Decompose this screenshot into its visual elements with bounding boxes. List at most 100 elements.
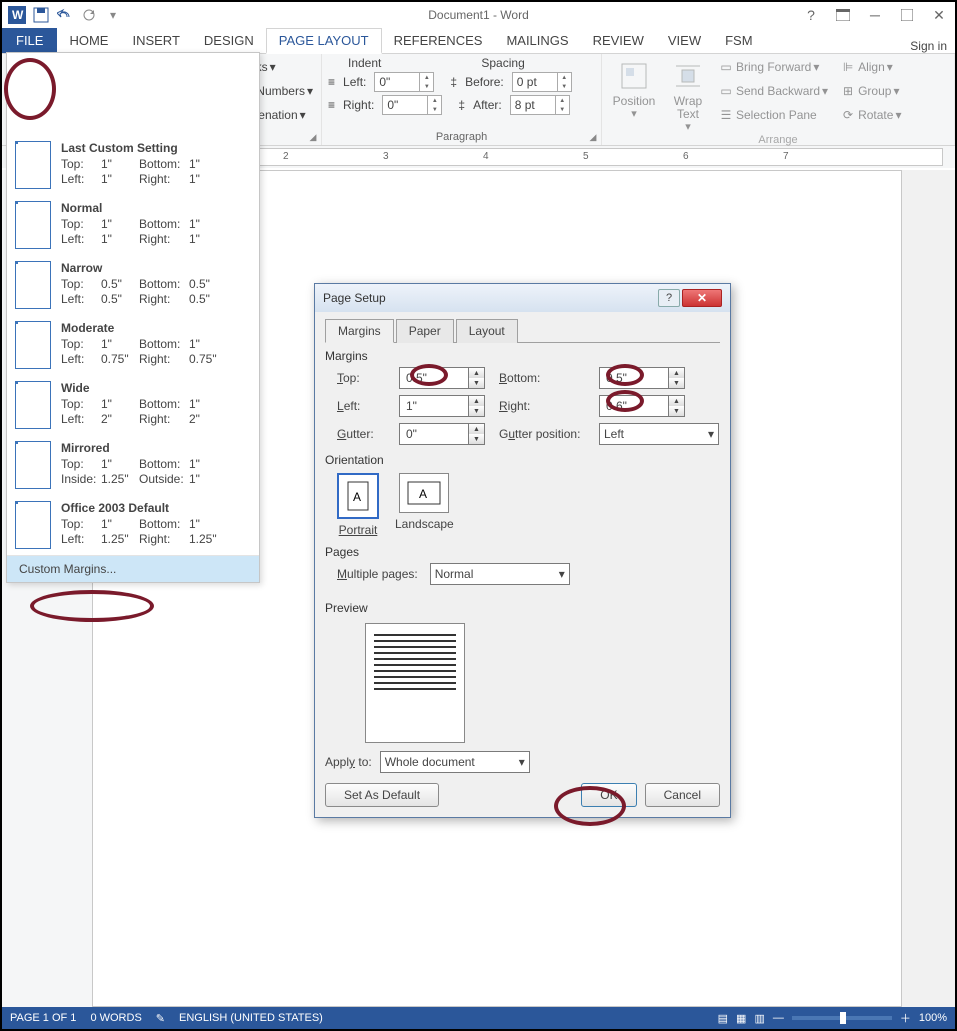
tab-design[interactable]: DESIGN (192, 27, 266, 53)
tab-view[interactable]: VIEW (656, 27, 713, 53)
dialog-close-icon[interactable]: ✕ (682, 289, 722, 307)
bring-forward-button: ▭Bring Forward ▾ (716, 56, 830, 78)
portrait-option[interactable]: A Portrait (337, 473, 379, 537)
page-setup-launcher-icon[interactable]: ◢ (307, 131, 319, 143)
undo-icon[interactable] (54, 4, 76, 26)
margins-preset-normal[interactable]: NormalTop:1"Bottom:1"Left:1"Right:1" (7, 195, 259, 255)
group-button: ⊞Group ▾ (838, 80, 903, 102)
web-layout-icon[interactable]: ▥ (754, 1012, 764, 1025)
ribbon-display-icon[interactable] (831, 4, 855, 26)
position-button: Position▾ (608, 56, 660, 120)
tab-references[interactable]: REFERENCES (382, 27, 495, 53)
spacing-after-input[interactable]: ▲▼ (510, 95, 570, 115)
gutter-pos-select[interactable]: Left▾ (599, 423, 719, 445)
status-words[interactable]: 0 WORDS (90, 1012, 141, 1024)
qat-customize-icon[interactable]: ▾ (102, 4, 124, 26)
landscape-label: Landscape (395, 517, 454, 531)
wrap-text-button: Wrap Text▾ (662, 56, 714, 133)
tab-review[interactable]: REVIEW (581, 27, 656, 53)
wrap-text-icon (672, 60, 704, 92)
dialog-tab-layout[interactable]: Layout (456, 319, 518, 343)
margins-preset-moderate[interactable]: ModerateTop:1"Bottom:1"Left:0.75"Right:0… (7, 315, 259, 375)
spacing-before-input[interactable]: ▲▼ (512, 72, 572, 92)
spacing-after-icon: ‡ (458, 98, 465, 112)
status-page[interactable]: PAGE 1 OF 1 (10, 1012, 76, 1024)
top-input[interactable]: ▲▼ (399, 367, 485, 389)
margins-thumb-icon (15, 141, 51, 189)
save-icon[interactable] (30, 4, 52, 26)
group-icon: ⊞ (840, 83, 856, 99)
orientation-section-label: Orientation (325, 453, 720, 467)
chevron-down-icon: ▾ (519, 755, 525, 769)
bottom-input[interactable]: ▲▼ (599, 367, 685, 389)
indent-left-input[interactable]: ▲▼ (374, 72, 434, 92)
close-icon[interactable]: ✕ (927, 4, 951, 26)
position-icon (618, 60, 650, 92)
indent-right-icon: ≡ (328, 98, 335, 112)
margins-preset-office-2003-default[interactable]: Office 2003 DefaultTop:1"Bottom:1"Left:1… (7, 495, 259, 555)
help-icon[interactable]: ? (799, 4, 823, 26)
margins-preset-wide[interactable]: WideTop:1"Bottom:1"Left:2"Right:2" (7, 375, 259, 435)
sign-in-link[interactable]: Sign in (910, 39, 947, 53)
preview-box (365, 623, 465, 743)
dialog-titlebar[interactable]: Page Setup ? ✕ (315, 284, 730, 312)
right-input[interactable]: ▲▼ (599, 395, 685, 417)
custom-margins-item[interactable]: Custom Margins... (7, 555, 259, 582)
status-language[interactable]: ENGLISH (UNITED STATES) (179, 1012, 323, 1024)
dialog-tab-margins[interactable]: Margins (325, 319, 394, 343)
left-label: Left: (337, 399, 399, 413)
multiple-pages-select[interactable]: Normal▾ (430, 563, 570, 585)
dialog-help-icon[interactable]: ? (658, 289, 680, 307)
minimize-icon[interactable]: ─ (863, 4, 887, 26)
indent-right-input[interactable]: ▲▼ (382, 95, 442, 115)
margins-preset-last-custom-setting[interactable]: Last Custom SettingTop:1"Bottom:1"Left:1… (7, 135, 259, 195)
tab-home[interactable]: HOME (57, 27, 120, 53)
print-layout-icon[interactable]: ▦ (736, 1012, 746, 1025)
redo-icon[interactable] (78, 4, 100, 26)
tab-fsm[interactable]: FSM (713, 27, 764, 53)
margins-preset-name: Mirrored (61, 441, 110, 455)
selection-pane-icon: ☰ (718, 107, 734, 123)
cancel-button[interactable]: Cancel (645, 783, 720, 807)
dialog-tab-paper[interactable]: Paper (396, 319, 454, 343)
svg-text:A: A (419, 487, 427, 501)
window-title: Document1 - Word (428, 8, 528, 22)
read-mode-icon[interactable]: ▤ (718, 1012, 728, 1025)
margins-preset-mirrored[interactable]: MirroredTop:1"Bottom:1"Inside:1.25"Outsi… (7, 435, 259, 495)
spacing-before-label: Before: (465, 75, 504, 89)
ok-button[interactable]: OK (581, 783, 636, 807)
top-label: Top: (337, 371, 399, 385)
chevron-down-icon: ▾ (708, 427, 714, 441)
tab-page-layout[interactable]: PAGE LAYOUT (266, 28, 382, 54)
preview-section-label: Preview (325, 601, 720, 615)
apply-to-select[interactable]: Whole document▾ (380, 751, 530, 773)
margins-thumb-icon (15, 381, 51, 429)
tab-file[interactable]: FILE (2, 27, 57, 53)
zoom-out-icon[interactable]: ― (773, 1012, 784, 1024)
tab-mailings[interactable]: MAILINGS (494, 27, 580, 53)
maximize-icon[interactable] (895, 4, 919, 26)
zoom-in-icon[interactable]: ＋ (900, 1010, 911, 1026)
zoom-slider[interactable] (792, 1016, 892, 1020)
margins-dropdown: Last Custom SettingTop:1"Bottom:1"Left:1… (6, 52, 260, 583)
spacing-heading: Spacing (481, 56, 524, 70)
dialog-tabs: Margins Paper Layout (325, 318, 720, 343)
tab-insert[interactable]: INSERT (120, 27, 191, 53)
margins-preset-name: Narrow (61, 261, 102, 275)
paragraph-launcher-icon[interactable]: ◢ (587, 131, 599, 143)
proofing-icon[interactable]: ✎ (156, 1012, 165, 1025)
gutter-input[interactable]: ▲▼ (399, 423, 485, 445)
group-paragraph: Indent Spacing ≡ Left: ▲▼ ‡ Before: ▲▼ ≡… (322, 54, 602, 145)
zoom-level[interactable]: 100% (919, 1012, 947, 1024)
status-bar: PAGE 1 OF 1 0 WORDS ✎ ENGLISH (UNITED ST… (2, 1007, 955, 1029)
landscape-option[interactable]: A Landscape (395, 473, 454, 537)
left-input[interactable]: ▲▼ (399, 395, 485, 417)
word-app-icon[interactable]: W (6, 4, 28, 26)
send-backward-icon: ▭ (718, 83, 734, 99)
rotate-icon: ⟳ (840, 107, 856, 123)
margins-preset-narrow[interactable]: NarrowTop:0.5"Bottom:0.5"Left:0.5"Right:… (7, 255, 259, 315)
align-icon: ⊫ (840, 59, 856, 75)
spacing-after-label: After: (473, 98, 502, 112)
gutter-pos-label: Gutter position: (499, 427, 599, 441)
set-as-default-button[interactable]: Set As Default (325, 783, 439, 807)
